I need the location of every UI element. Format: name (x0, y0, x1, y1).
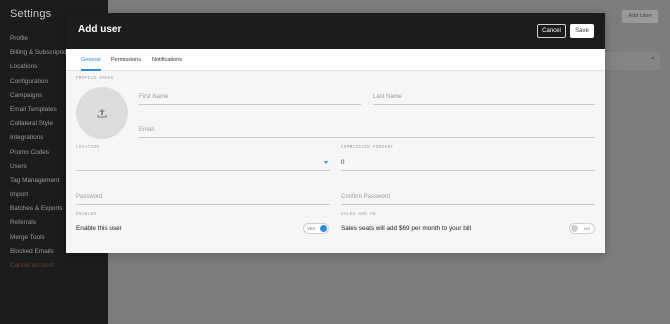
save-button[interactable]: Save (570, 24, 594, 38)
sidebar-title: Settings (10, 8, 52, 20)
enabled-toggle[interactable]: YES (303, 223, 329, 234)
background-add-user-button: Add User (622, 10, 658, 23)
commission-value: 0 (341, 159, 345, 166)
last-name-placeholder: Last Name (373, 94, 403, 100)
sidebar-item-cancel-account[interactable]: Cancel account (10, 259, 106, 273)
enabled-label: Enable this user (76, 225, 122, 232)
toggle-knob (320, 225, 327, 232)
password-placeholder: Password (76, 194, 103, 200)
tab-general[interactable]: General (81, 49, 101, 71)
tab-permissions[interactable]: Permissions (111, 49, 141, 71)
email-field[interactable]: Email (139, 124, 595, 138)
commission-percent-field[interactable]: 0 (341, 155, 595, 171)
modal-body: PROFILE IMAGE First Name Last Name Email… (66, 71, 605, 253)
sales-addon-toggle[interactable]: NO (569, 223, 595, 234)
tab-notifications[interactable]: Notifications (152, 49, 182, 71)
chevron-up-icon: ⌃ (649, 56, 656, 65)
modal-tabs: General Permissions Notifications (66, 49, 605, 71)
location-caption: LOCATION (76, 146, 100, 150)
caret-down-icon (324, 161, 328, 164)
profile-image-caption: PROFILE IMAGE (76, 77, 114, 81)
enabled-toggle-text: YES (307, 226, 316, 231)
confirm-password-placeholder: Confirm Password (341, 194, 391, 200)
commission-caption: COMMISSION PERCENT (341, 146, 394, 150)
location-select[interactable] (76, 155, 330, 171)
upload-icon (97, 109, 107, 118)
email-placeholder: Email (139, 127, 155, 133)
password-field[interactable]: Password (76, 191, 330, 205)
last-name-field[interactable]: Last Name (373, 91, 595, 105)
profile-image-upload[interactable] (76, 87, 128, 139)
confirm-password-field[interactable]: Confirm Password (341, 191, 595, 205)
sales-addon-label: Sales seats will add $69 per month to yo… (341, 225, 472, 232)
first-name-placeholder: First Name (139, 94, 169, 100)
enabled-caption: ENABLED (76, 213, 97, 217)
cancel-button[interactable]: Cancel (537, 24, 566, 38)
modal-header: Add user Cancel Save (66, 13, 605, 49)
sales-toggle-text: NO (584, 226, 590, 231)
first-name-field[interactable]: First Name (139, 91, 361, 105)
toggle-knob (571, 225, 578, 232)
sales-addon-caption: SALES ADD ON (341, 213, 376, 217)
modal-title: Add user (78, 24, 122, 35)
add-user-modal: Add user Cancel Save General Permissions… (66, 13, 605, 253)
